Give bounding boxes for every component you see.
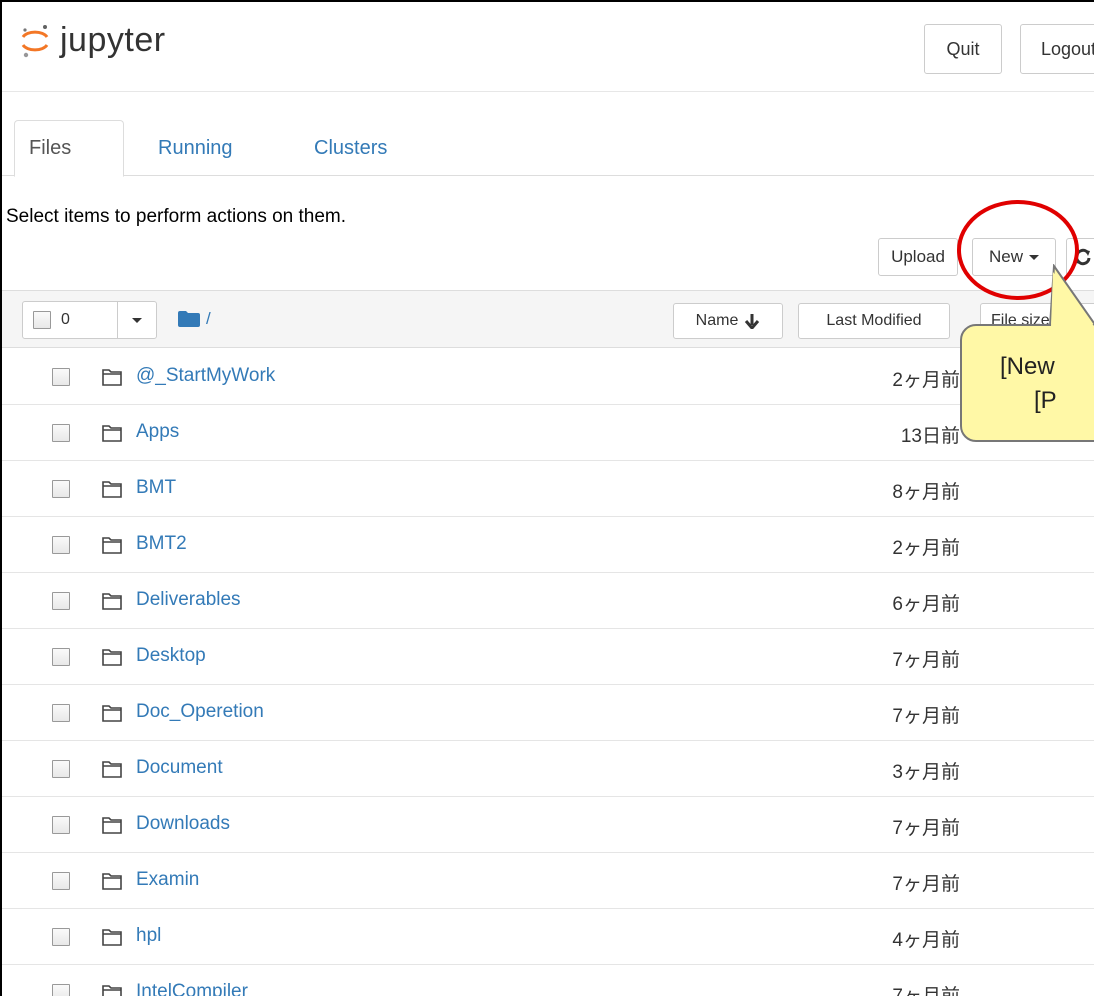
list-item[interactable]: Deliverables 6ヶ月前 [2,573,1094,629]
item-last-modified: 7ヶ月前 [892,650,960,671]
tab-files[interactable]: Files [14,120,124,177]
item-last-modified: 7ヶ月前 [892,818,960,839]
item-name-link[interactable]: BMT [136,477,176,499]
select-all-checkbox[interactable] [33,311,51,329]
row-checkbox[interactable] [52,648,70,666]
item-name-link[interactable]: IntelCompiler [136,981,248,996]
folder-outline-icon [102,592,122,615]
callout-line-1: [New [1000,353,1055,380]
item-last-modified: 13日前 [900,426,960,447]
breadcrumb[interactable]: / [178,309,211,329]
item-name-link[interactable]: Examin [136,869,199,891]
folder-outline-icon [102,424,122,447]
row-checkbox[interactable] [52,984,70,996]
item-name-link[interactable]: Doc_Operetion [136,701,264,723]
upload-button[interactable]: Upload [878,238,958,276]
tab-bar: Files Running Clusters [2,120,1094,177]
folder-outline-icon [102,760,122,783]
list-item[interactable]: Downloads 7ヶ月前 [2,797,1094,853]
row-checkbox[interactable] [52,760,70,778]
list-item[interactable]: Desktop 7ヶ月前 [2,629,1094,685]
quit-button[interactable]: Quit [924,24,1002,74]
item-name-link[interactable]: Apps [136,421,179,443]
item-name-link[interactable]: BMT2 [136,533,187,555]
row-checkbox[interactable] [52,368,70,386]
folder-outline-icon [102,872,122,895]
item-name-link[interactable]: Desktop [136,645,206,667]
item-last-modified: 2ヶ月前 [892,370,960,391]
item-last-modified: 2ヶ月前 [892,538,960,559]
item-last-modified: 7ヶ月前 [892,981,960,996]
callout-text: [New [P [1000,350,1057,418]
list-item[interactable]: Document 3ヶ月前 [2,741,1094,797]
item-last-modified: 8ヶ月前 [892,482,960,503]
item-last-modified: 7ヶ月前 [892,874,960,895]
header-bar: jupyter Quit Logout [2,2,1094,92]
file-list-header: 0 / Name Last Modified File size [2,290,1094,348]
folder-outline-icon [102,648,122,671]
list-item[interactable]: @_StartMyWork 2ヶ月前 [2,349,1094,405]
item-name-link[interactable]: Downloads [136,813,230,835]
list-item[interactable]: Apps 13日前 [2,405,1094,461]
folder-outline-icon [102,368,122,391]
folder-outline-icon [102,536,122,559]
list-item[interactable]: BMT 8ヶ月前 [2,461,1094,517]
sort-by-name-button[interactable]: Name [673,303,783,339]
item-last-modified: 6ヶ月前 [892,594,960,615]
folder-outline-icon [102,704,122,727]
tab-running[interactable]: Running [158,120,233,176]
jupyter-logo-icon [21,25,49,58]
row-checkbox[interactable] [52,872,70,890]
arrow-down-icon [745,314,760,329]
select-all-button[interactable]: 0 [22,301,118,339]
folder-icon [178,311,200,327]
item-name-link[interactable]: Document [136,757,223,779]
selection-hint: Select items to perform actions on them. [6,206,347,227]
list-item[interactable]: BMT2 2ヶ月前 [2,517,1094,573]
item-name-link[interactable]: hpl [136,925,161,947]
row-checkbox[interactable] [52,928,70,946]
row-checkbox[interactable] [52,480,70,498]
folder-outline-icon [102,928,122,951]
folder-outline-icon [102,816,122,839]
row-checkbox[interactable] [52,424,70,442]
folder-outline-icon [102,480,122,503]
logo-text: jupyter [60,20,166,59]
jupyter-logo[interactable]: jupyter [20,20,166,60]
sort-name-label: Name [695,312,739,329]
tab-clusters[interactable]: Clusters [314,120,387,176]
jupyter-window: jupyter Quit Logout Files Running Cluste… [0,0,1094,996]
item-last-modified: 4ヶ月前 [892,930,960,951]
item-last-modified: 7ヶ月前 [892,706,960,727]
folder-outline-icon [102,984,122,996]
row-checkbox[interactable] [52,816,70,834]
caret-down-icon [132,317,142,323]
select-dropdown-button[interactable] [117,301,157,339]
list-item[interactable]: hpl 4ヶ月前 [2,909,1094,965]
item-name-link[interactable]: @_StartMyWork [136,365,275,387]
list-item[interactable]: IntelCompiler 7ヶ月前 [2,965,1094,996]
selected-count: 0 [61,311,70,328]
sort-by-modified-button[interactable]: Last Modified [798,303,950,339]
row-checkbox[interactable] [52,704,70,722]
list-item[interactable]: Doc_Operetion 7ヶ月前 [2,685,1094,741]
item-last-modified: 3ヶ月前 [892,762,960,783]
list-item[interactable]: Examin 7ヶ月前 [2,853,1094,909]
item-name-link[interactable]: Deliverables [136,589,241,611]
breadcrumb-path: / [206,309,211,328]
logout-button[interactable]: Logout [1020,24,1094,74]
callout-pointer-cover [1051,272,1094,326]
row-checkbox[interactable] [52,536,70,554]
row-checkbox[interactable] [52,592,70,610]
callout-line-2: [P [1034,387,1057,414]
